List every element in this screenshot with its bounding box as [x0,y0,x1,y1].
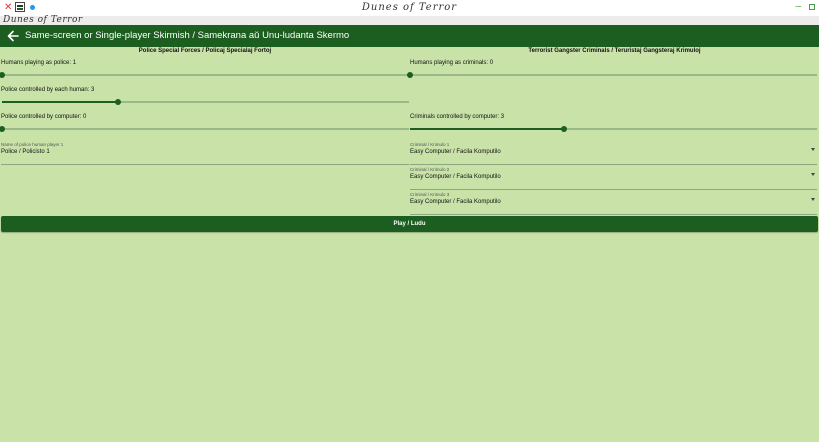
field-value: Easy Computer / Facila Komputilo [410,199,501,205]
police-per-human-label: Police controlled by each human: 3 [1,87,95,93]
field-value: Easy Computer / Facila Komputilo [410,149,501,155]
slider-track [2,128,409,130]
field-value: Police / Policisto 1 [1,149,50,155]
slider-track [410,74,817,76]
page-title: Same-screen or Single-player Skirmish / … [25,30,350,41]
field-value: Easy Computer / Facila Komputilo [410,174,501,180]
window-title-bar: ✕ Dunes of Terror – [0,0,819,16]
field-label: Name of police human player 1 [1,142,64,147]
criminals-computer-label: Criminals controlled by computer: 3 [410,114,505,120]
police-humans-label: Humans playing as police: 1 [1,60,77,66]
arrow-left-icon[interactable] [6,28,20,44]
criminal-2-select[interactable]: Criminal / Krimulo 2 Easy Computer / Fac… [410,167,817,190]
slider-thumb[interactable] [114,99,121,105]
slider-thumb[interactable] [0,126,5,132]
criminals-column-heading: Terrorist Gangster Criminals / Terurista… [528,48,701,54]
minimize-icon[interactable]: – [795,1,801,12]
criminals-humans-label: Humans playing as criminals: 0 [410,60,494,66]
play-button[interactable]: Play / Ludu [1,216,818,232]
maximize-icon[interactable] [809,4,815,10]
field-label: Criminal / Krimulo 3 [410,192,450,197]
slider-thumb[interactable] [0,72,5,78]
slider-thumb[interactable] [407,72,413,78]
police-computer-label: Police controlled by computer: 0 [1,114,87,120]
chevron-down-icon [811,173,815,176]
chevron-down-icon [811,148,815,151]
slider-track [2,74,409,76]
police-computer-slider[interactable] [0,125,409,133]
criminals-computer-slider[interactable] [410,125,817,133]
police-column-heading: Police Special Forces / Policaj Speciala… [138,48,272,54]
police-player-1-name-field[interactable]: Name of police human player 1 Police / P… [1,142,409,165]
slider-fill [410,128,564,130]
app-name: Dunes of Terror [3,15,83,25]
police-per-human-slider[interactable] [2,98,409,106]
slider-fill [2,101,118,103]
chevron-down-icon [811,198,815,201]
criminal-1-select[interactable]: Criminal / Krimulo 1 Easy Computer / Fac… [410,142,817,165]
app-name-strip: Dunes of Terror [0,15,819,25]
window-title: Dunes of Terror [361,2,458,13]
criminals-humans-slider[interactable] [407,71,817,79]
field-label: Criminal / Krimulo 2 [410,167,450,172]
slider-thumb[interactable] [560,126,567,132]
app-bar: Same-screen or Single-player Skirmish / … [0,25,819,47]
field-label: Criminal / Krimulo 1 [410,142,450,147]
police-humans-slider[interactable] [0,71,409,79]
criminal-3-select[interactable]: Criminal / Krimulo 3 Easy Computer / Fac… [410,192,817,215]
